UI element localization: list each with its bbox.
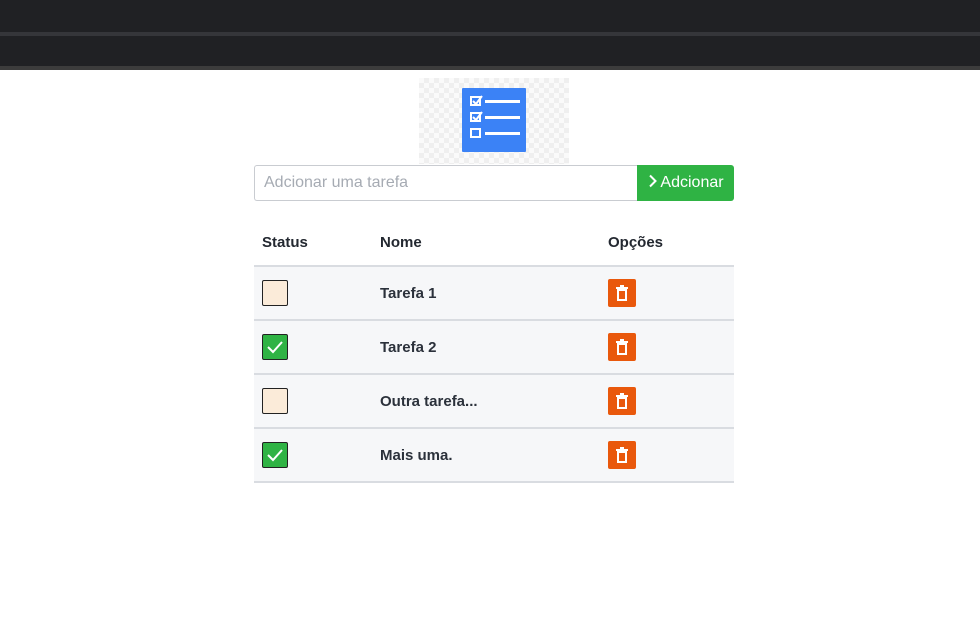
add-task-form: Adcionar [254, 165, 734, 201]
checkmark-icon [267, 341, 283, 354]
task-checkbox[interactable] [262, 442, 288, 468]
task-name: Outra tarefa... [372, 374, 600, 429]
trash-icon [616, 447, 628, 463]
table-row: Tarefa 1 [254, 266, 734, 321]
options-cell [600, 374, 734, 429]
trash-icon [616, 285, 628, 301]
task-input[interactable] [254, 165, 637, 201]
header-status: Status [254, 220, 372, 267]
options-cell [600, 320, 734, 375]
add-task-button[interactable]: Adcionar [637, 165, 734, 201]
options-cell [600, 266, 734, 321]
delete-task-button[interactable] [608, 333, 636, 361]
options-cell [600, 428, 734, 483]
task-name: Tarefa 1 [372, 266, 600, 321]
table-row: Tarefa 2 [254, 320, 734, 375]
status-cell [254, 320, 372, 375]
task-checkbox[interactable] [262, 334, 288, 360]
status-cell [254, 374, 372, 429]
task-name: Mais uma. [372, 428, 600, 483]
header-options: Opções [600, 220, 734, 267]
trash-icon [616, 339, 628, 355]
delete-task-button[interactable] [608, 441, 636, 469]
checklist-icon [462, 88, 526, 152]
add-button-label: Adcionar [660, 174, 724, 191]
table-row: Mais uma. [254, 428, 734, 483]
task-checkbox[interactable] [262, 280, 288, 306]
chevron-right-icon [647, 174, 658, 193]
checkmark-icon [267, 449, 283, 462]
table-row: Outra tarefa... [254, 374, 734, 429]
app-logo [419, 78, 569, 164]
task-checkbox[interactable] [262, 388, 288, 414]
status-cell [254, 266, 372, 321]
browser-tabbar [0, 0, 980, 32]
delete-task-button[interactable] [608, 279, 636, 307]
table-header-row: Status Nome Opções [254, 220, 734, 267]
browser-edge [0, 66, 980, 70]
header-name: Nome [372, 220, 600, 267]
trash-icon [616, 393, 628, 409]
status-cell [254, 428, 372, 483]
tasks-table: Status Nome Opções Tarefa 1 Tarefa 2 Out… [254, 220, 734, 483]
task-name: Tarefa 2 [372, 320, 600, 375]
browser-toolbar [0, 36, 980, 66]
delete-task-button[interactable] [608, 387, 636, 415]
